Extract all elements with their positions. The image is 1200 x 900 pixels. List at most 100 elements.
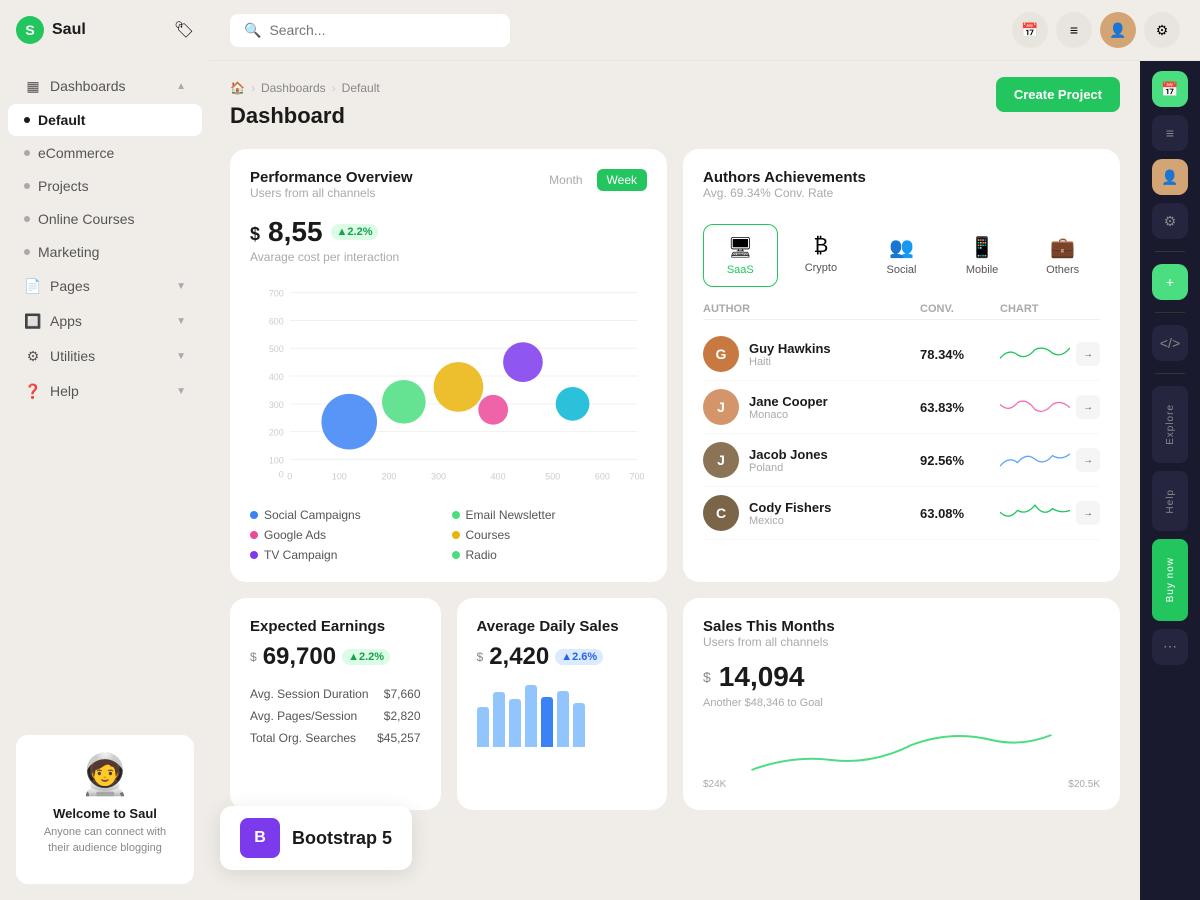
breadcrumb-home[interactable]: 🏠 — [230, 81, 245, 95]
calendar-button[interactable]: 📅 — [1012, 12, 1048, 48]
sparkline-chart — [1000, 392, 1070, 422]
author-tab-saas[interactable]: 🖥 SaaS — [703, 224, 778, 287]
avatar-rp-button[interactable]: 👤 — [1152, 159, 1188, 195]
avatar: C — [703, 495, 739, 531]
authors-tabs: 🖥 SaaS ₿ Crypto 👥 Social 📱 — [703, 224, 1100, 287]
bootstrap-card: B Bootstrap 5 — [220, 806, 412, 870]
sidebar-item-apps[interactable]: 🔲 Apps ▼ — [8, 304, 202, 338]
bar — [541, 697, 553, 747]
sidebar-item-utilities[interactable]: ⚙ Utilities ▼ — [8, 339, 202, 373]
authors-subtitle: Avg. 69.34% Conv. Rate — [703, 186, 866, 200]
sidebar-header: S Saul 🏷 — [0, 0, 210, 60]
sidebar-item-label: Online Courses — [38, 211, 186, 227]
dollar-prefix: $ — [477, 650, 484, 664]
svg-text:600: 600 — [269, 316, 284, 326]
bubble-chart-svg: 700 600 500 400 300 200 100 0 0 100 200 — [250, 272, 647, 492]
author-info: J Jacob Jones Poland — [703, 442, 920, 478]
bubble-green — [382, 380, 426, 424]
bootstrap-icon: B — [240, 818, 280, 858]
svg-text:600: 600 — [595, 471, 610, 481]
buy-now-button[interactable]: Buy now — [1152, 539, 1188, 620]
legend-label: TV Campaign — [264, 548, 337, 562]
help-rp-button[interactable]: Help — [1152, 471, 1188, 532]
calendar-rp-button[interactable]: 📅 — [1152, 71, 1188, 107]
table-row: J Jane Cooper Monaco 63.83% → — [703, 381, 1100, 434]
notification-rp-button[interactable]: ≡ — [1152, 115, 1188, 151]
stat-item-label: Avg. Pages/Session — [250, 709, 357, 723]
breadcrumb-sep: › — [251, 81, 255, 95]
svg-text:0: 0 — [287, 471, 292, 481]
daily-badge: ▲2.6% — [555, 649, 603, 665]
view-button[interactable]: → — [1076, 448, 1100, 472]
avatar[interactable]: 👤 — [1100, 12, 1136, 48]
author-tab-others[interactable]: 💼 Others — [1025, 224, 1100, 287]
tab-week[interactable]: Week — [597, 169, 647, 191]
authors-card-header: Authors Achievements Avg. 69.34% Conv. R… — [703, 169, 1100, 212]
sidebar-item-label: eCommerce — [38, 145, 186, 161]
sidebar-item-ecommerce[interactable]: eCommerce — [8, 137, 202, 169]
col-conv: CONV. — [920, 303, 1000, 315]
stat-item-label: Avg. Session Duration — [250, 687, 369, 701]
svg-text:500: 500 — [269, 344, 284, 354]
view-button[interactable]: → — [1076, 342, 1100, 366]
sidebar-item-help[interactable]: ❓ Help ▼ — [8, 374, 202, 408]
view-button[interactable]: → — [1076, 501, 1100, 525]
settings-button[interactable]: ⚙ — [1144, 12, 1180, 48]
legend-label: Email Newsletter — [466, 508, 556, 522]
sidebar-item-dashboards[interactable]: ▦ Dashboards ▲ — [8, 69, 202, 103]
col-author: AUTHOR — [703, 303, 920, 315]
author-chart: → — [1000, 392, 1100, 422]
svg-text:500: 500 — [545, 471, 560, 481]
earnings-badge: ▲2.2% — [342, 649, 390, 665]
bubble-chart: 700 600 500 400 300 200 100 0 0 100 200 — [250, 272, 647, 492]
search-input[interactable] — [269, 22, 496, 38]
author-conv: 63.83% — [920, 400, 1000, 415]
sidebar-item-marketing[interactable]: Marketing — [8, 236, 202, 268]
svg-text:100: 100 — [332, 471, 347, 481]
author-conv: 63.08% — [920, 506, 1000, 521]
sidebar-item-online-courses[interactable]: Online Courses — [8, 203, 202, 235]
sidebar-item-default[interactable]: Default — [8, 104, 202, 136]
chevron-down-icon: ▼ — [176, 281, 186, 292]
explore-button[interactable]: Explore — [1152, 386, 1188, 463]
stat-item-value: $2,820 — [384, 709, 421, 723]
breadcrumb-current: Default — [342, 81, 380, 95]
author-tab-social[interactable]: 👥 Social — [864, 224, 939, 287]
col-chart: CHART — [1000, 303, 1100, 315]
sidebar-pin-icon[interactable]: 🏷 — [174, 20, 194, 40]
stat-item-value: $45,257 — [377, 731, 420, 745]
sidebar-item-projects[interactable]: Projects — [8, 170, 202, 202]
settings-rp-button[interactable]: ⚙ — [1152, 203, 1188, 239]
author-tab-mobile[interactable]: 📱 Mobile — [945, 224, 1020, 287]
sidebar-item-label: Dashboards — [50, 78, 168, 94]
active-dot — [24, 117, 30, 123]
sparkline-chart — [1000, 339, 1070, 369]
dots-rp-button[interactable]: ⋯ — [1152, 629, 1188, 665]
authors-card: Authors Achievements Avg. 69.34% Conv. R… — [683, 149, 1120, 582]
author-country: Poland — [749, 462, 828, 474]
sales-chart — [703, 725, 1100, 775]
add-rp-button[interactable]: + — [1152, 264, 1188, 300]
author-tab-crypto[interactable]: ₿ Crypto — [784, 224, 859, 287]
menu-button[interactable]: ≡ — [1056, 12, 1092, 48]
sidebar-item-pages[interactable]: 📄 Pages ▼ — [8, 269, 202, 303]
sparkline-chart — [1000, 498, 1070, 528]
earnings-items: Avg. Session Duration $7,660 Avg. Pages/… — [250, 683, 421, 749]
utilities-icon: ⚙ — [24, 347, 42, 365]
sidebar-item-label: Pages — [50, 278, 168, 294]
performance-subtitle: Users from all channels — [250, 186, 413, 200]
legend-dot — [452, 531, 460, 539]
author-name: Jane Cooper — [749, 394, 828, 409]
author-chart: → — [1000, 445, 1100, 475]
view-button[interactable]: → — [1076, 395, 1100, 419]
svg-text:400: 400 — [269, 372, 284, 382]
search-box[interactable]: 🔍 — [230, 14, 510, 47]
create-project-button[interactable]: Create Project — [996, 77, 1120, 112]
page-title: Dashboard — [230, 103, 345, 129]
tab-month[interactable]: Month — [539, 169, 592, 191]
dot-icon — [24, 216, 30, 222]
code-rp-button[interactable]: </> — [1152, 325, 1188, 361]
breadcrumb-dashboards[interactable]: Dashboards — [261, 81, 326, 95]
sidebar-bottom: 🧑‍🚀 Welcome to Saul Anyone can connect w… — [0, 719, 210, 900]
y-label: $20.5K — [1068, 779, 1100, 790]
